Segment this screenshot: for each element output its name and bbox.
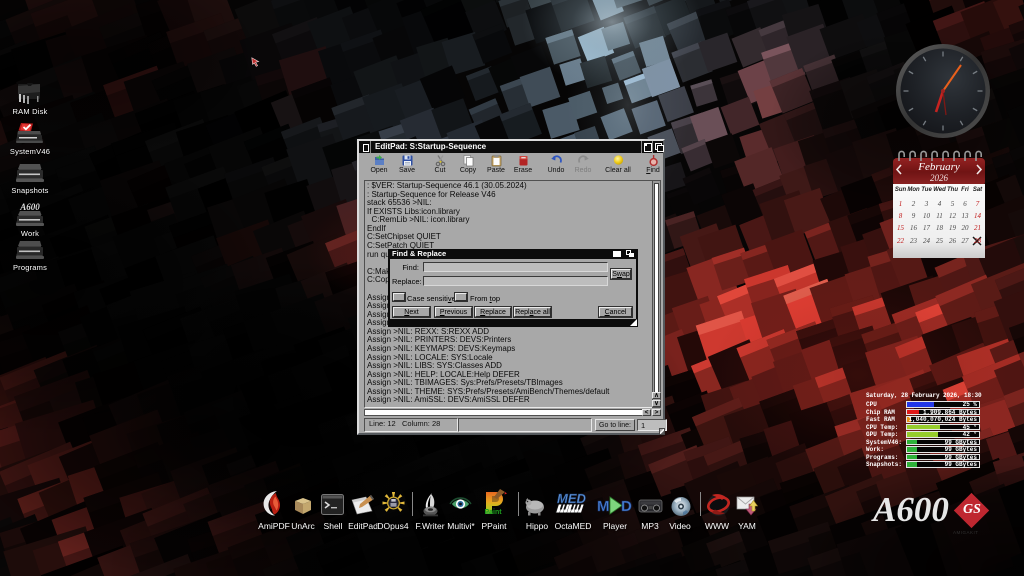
svg-text:MED: MED bbox=[557, 491, 587, 506]
svg-text:M: M bbox=[597, 498, 610, 515]
svg-text:Paint: Paint bbox=[484, 509, 502, 516]
svg-text:D: D bbox=[621, 498, 632, 515]
